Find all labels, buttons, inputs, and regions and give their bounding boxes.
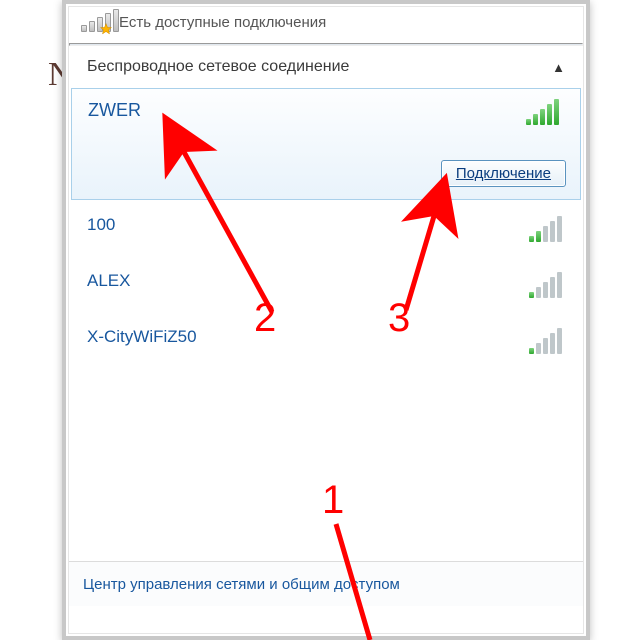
list-empty-area xyxy=(69,374,583,561)
network-ssid: ALEX xyxy=(87,266,565,296)
network-ssid: ZWER xyxy=(88,95,564,125)
section-title: Беспроводное сетевое соединение xyxy=(87,58,349,76)
signal-strength-icon xyxy=(529,272,565,298)
open-network-center-link[interactable]: Центр управления сетями и общим доступом xyxy=(83,576,400,593)
chevron-up-icon: ▲ xyxy=(552,60,565,75)
network-item-selected[interactable]: ZWER Подключение xyxy=(71,88,581,200)
network-item[interactable]: X-CityWiFiZ50 xyxy=(69,318,583,374)
network-status-icon xyxy=(81,10,109,34)
annotation-number-1: 1 xyxy=(322,478,344,523)
signal-strength-icon xyxy=(529,328,565,354)
status-text: Есть доступные подключения xyxy=(119,14,571,31)
network-item[interactable]: 100 xyxy=(69,206,583,262)
flyout-header: Есть доступные подключения xyxy=(69,7,583,43)
annotation-number-3: 3 xyxy=(388,296,410,341)
wireless-section-header[interactable]: Беспроводное сетевое соединение ▲ xyxy=(69,46,583,88)
annotation-number-2: 2 xyxy=(254,296,276,341)
signal-strength-icon xyxy=(526,99,562,125)
signal-strength-icon xyxy=(529,216,565,242)
panel-inner: Есть доступные подключения Беспроводное … xyxy=(68,6,584,634)
network-ssid: X-CityWiFiZ50 xyxy=(87,322,565,352)
flyout-footer: Центр управления сетями и общим доступом xyxy=(69,561,583,606)
network-flyout-panel: Есть доступные подключения Беспроводное … xyxy=(62,0,590,640)
connect-button[interactable]: Подключение xyxy=(441,160,566,187)
network-item[interactable]: ALEX xyxy=(69,262,583,318)
network-ssid: 100 xyxy=(87,210,565,240)
